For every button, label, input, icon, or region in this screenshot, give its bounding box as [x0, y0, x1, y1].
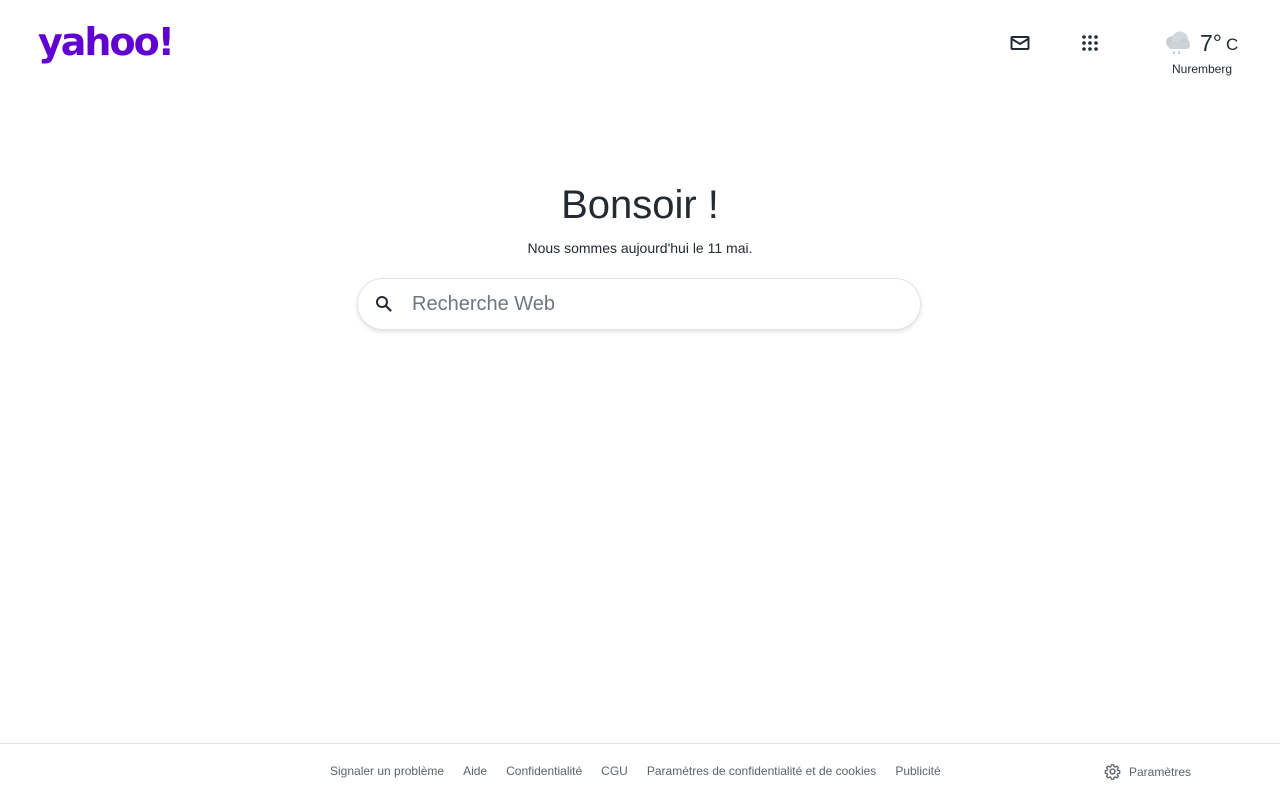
apps-button[interactable] — [1077, 30, 1103, 56]
weather-city: Nuremberg — [1171, 62, 1233, 76]
footer-link-report-problem[interactable]: Signaler un problème — [330, 764, 444, 778]
greeting-title: Bonsoir ! — [561, 183, 719, 227]
yahoo-logo[interactable]: yahoo! — [38, 20, 175, 64]
apps-grid-icon — [1082, 35, 1098, 51]
footer-link-privacy[interactable]: Confidentialité — [506, 764, 582, 778]
footer-link-help[interactable]: Aide — [463, 764, 487, 778]
search-input[interactable] — [410, 283, 894, 325]
footer-links: Signaler un problème Aide Confidentialit… — [330, 764, 960, 778]
footer-link-privacy-cookie-settings[interactable]: Paramètres de confidentialité et de cook… — [647, 764, 876, 778]
rain-cloud-icon — [1166, 31, 1190, 54]
temperature: 7° — [1200, 30, 1222, 56]
footer-link-terms[interactable]: CGU — [601, 764, 628, 778]
mail-icon — [1010, 36, 1030, 50]
gear-icon — [1104, 764, 1121, 780]
settings-button[interactable]: Paramètres — [1104, 763, 1191, 780]
search-icon[interactable] — [375, 295, 393, 313]
search-box[interactable] — [357, 278, 921, 330]
mail-button[interactable] — [1007, 30, 1033, 56]
yahoo-homepage: yahoo! 7° C Nuremberg Bonsoir ! Nous som… — [0, 0, 1280, 800]
weather-widget[interactable]: 7° C Nuremberg — [1162, 26, 1244, 76]
footer: Signaler un problème Aide Confidentialit… — [0, 743, 1280, 800]
settings-label: Paramètres — [1129, 764, 1192, 779]
temperature-unit: C — [1226, 35, 1239, 54]
date-text: Nous sommes aujourd'hui le 11 mai. — [527, 240, 753, 256]
footer-link-advertising[interactable]: Publicité — [895, 764, 940, 778]
